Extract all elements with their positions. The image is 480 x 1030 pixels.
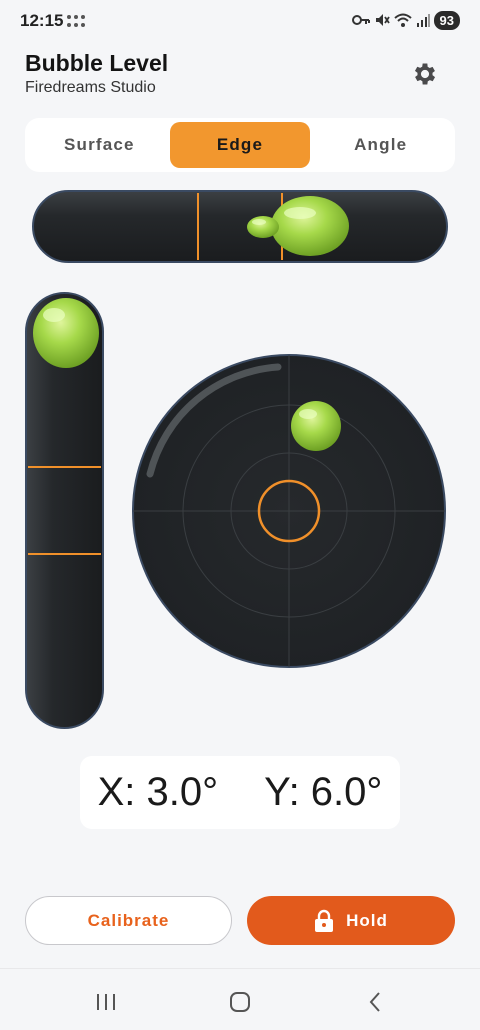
- hold-label: Hold: [346, 910, 388, 930]
- level-graphics: [25, 190, 448, 729]
- back-icon: [369, 992, 380, 1012]
- circular-level: [132, 354, 446, 668]
- vertical-level: [25, 292, 104, 729]
- recent-apps-icon: [97, 994, 115, 1010]
- hold-button[interactable]: Hold: [247, 896, 455, 945]
- system-nav-bar: [0, 968, 480, 1030]
- horizontal-level: [32, 190, 448, 263]
- recent-apps-button[interactable]: [91, 987, 121, 1017]
- back-button[interactable]: [360, 987, 390, 1017]
- x-angle-value: X: 3.0°: [97, 770, 219, 814]
- circular-bubble: [291, 401, 341, 451]
- vertical-bubble: [33, 298, 99, 368]
- home-button[interactable]: [225, 987, 255, 1017]
- calibrate-label: Calibrate: [87, 910, 170, 930]
- calibrate-button[interactable]: Calibrate: [25, 896, 232, 945]
- home-icon: [230, 992, 250, 1012]
- angle-readout: X: 3.0° Y: 6.0°: [80, 756, 400, 829]
- y-angle-value: Y: 6.0°: [264, 770, 383, 814]
- lock-icon: [315, 909, 334, 932]
